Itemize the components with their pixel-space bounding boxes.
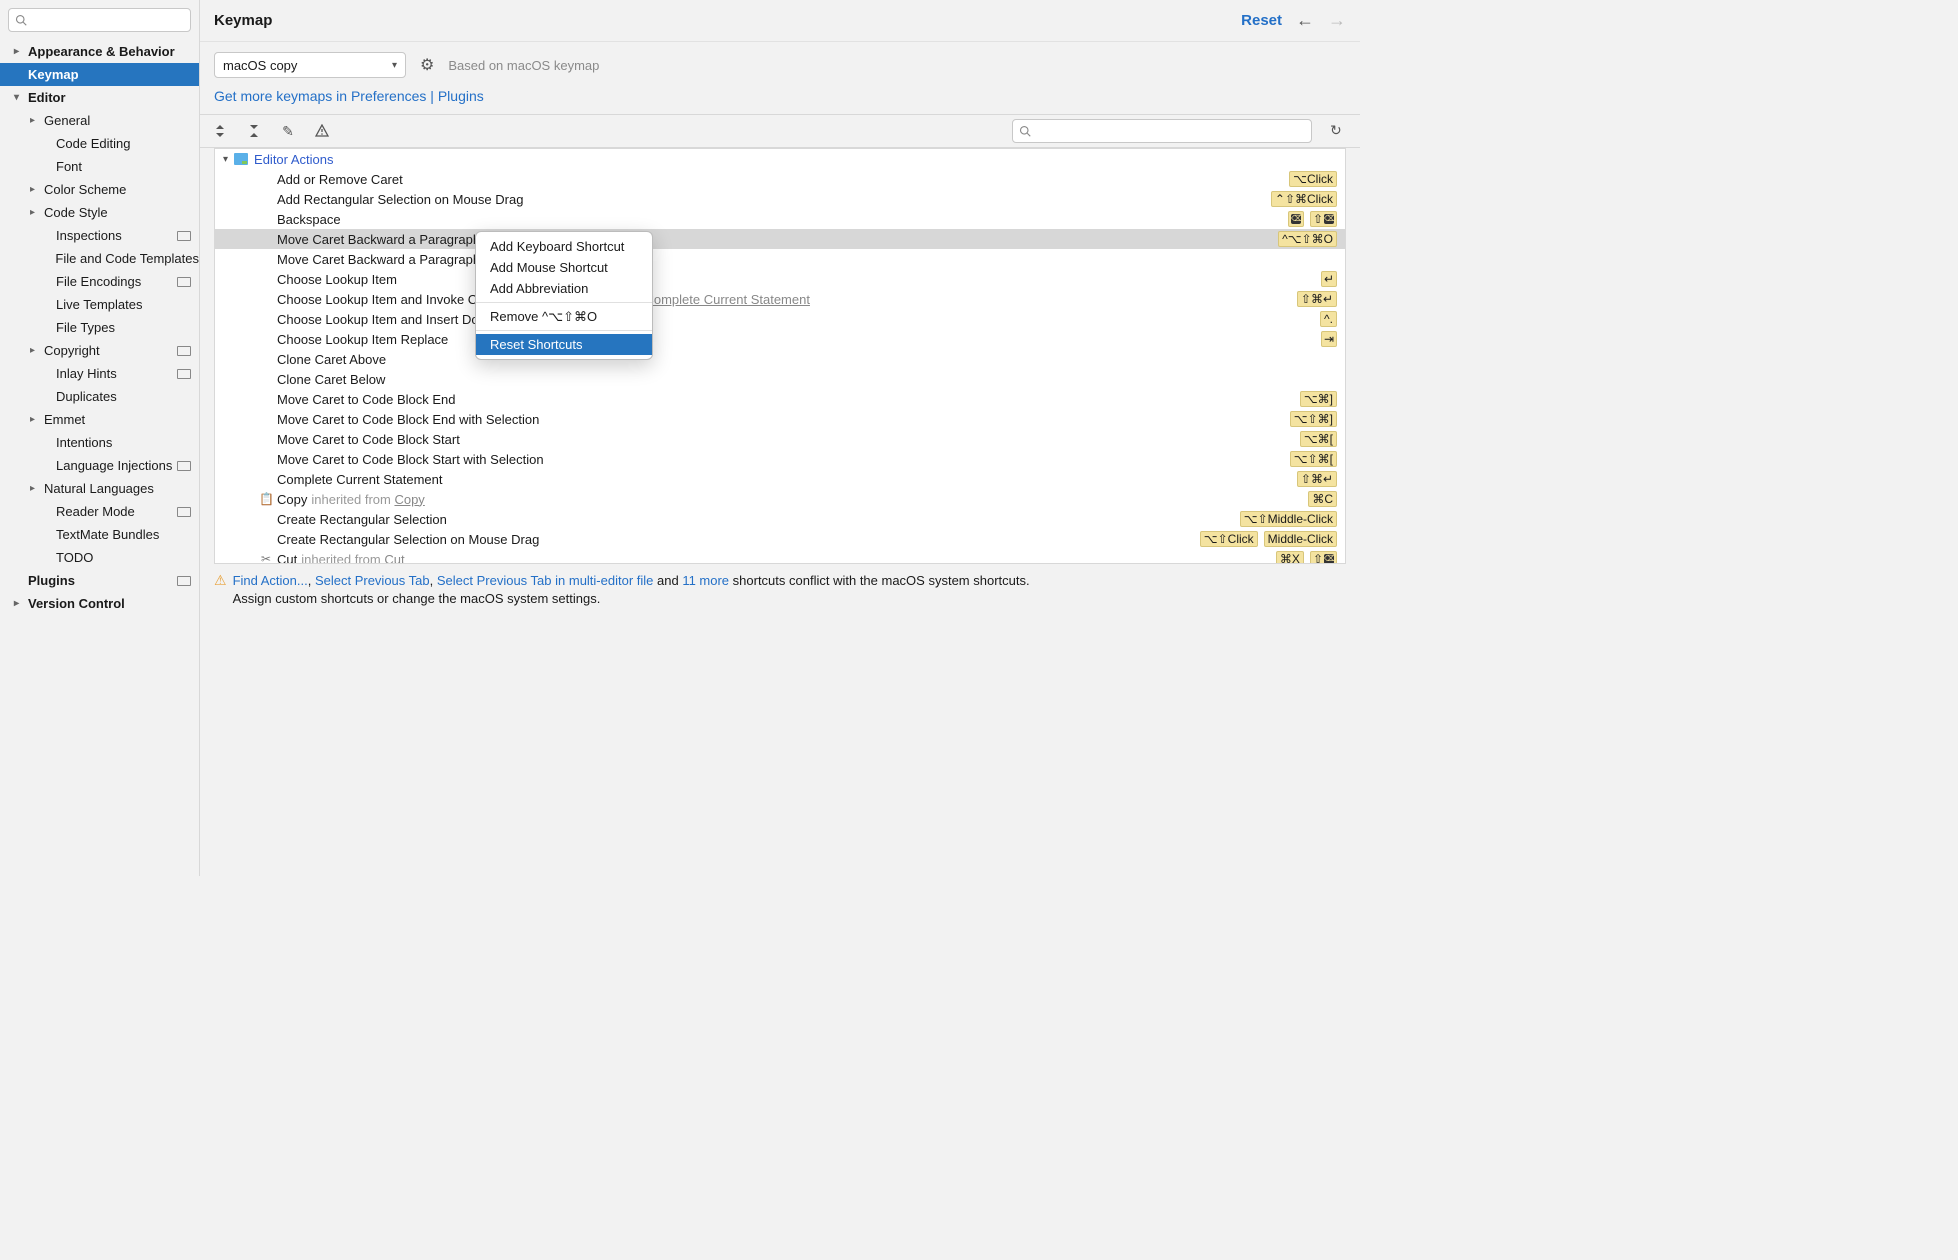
action-clone-caret-below[interactable]: Clone Caret Below [215, 369, 1345, 389]
settings-tree[interactable]: ▸Appearance & BehaviorKeymap▾Editor▸Gene… [0, 40, 199, 876]
sidebar-item-editor[interactable]: ▾Editor [0, 86, 199, 109]
ctx-add-keyboard-shortcut[interactable]: Add Keyboard Shortcut [476, 236, 652, 257]
action-copy[interactable]: 📋Copy inherited from Copy⌘C [215, 489, 1345, 509]
sidebar-item-intentions[interactable]: Intentions [0, 431, 199, 454]
get-keymaps-link[interactable]: Get more keymaps in Preferences | Plugin… [200, 84, 1360, 114]
action-add-rectangular-selection-on-mouse-drag[interactable]: Add Rectangular Selection on Mouse Drag⌃… [215, 189, 1345, 209]
sidebar-item-natural-languages[interactable]: ▸Natural Languages [0, 477, 199, 500]
sidebar-item-duplicates[interactable]: Duplicates [0, 385, 199, 408]
sidebar-item-file-encodings[interactable]: File Encodings [0, 270, 199, 293]
ctx-reset-shortcuts[interactable]: Reset Shortcuts [476, 334, 652, 355]
sidebar-item-textmate-bundles[interactable]: TextMate Bundles [0, 523, 199, 546]
sidebar-item-version-control[interactable]: ▸Version Control [0, 592, 199, 615]
action-choose-lookup-item-and-insert-dot[interactable]: Choose Lookup Item and Insert Dot^. [215, 309, 1345, 329]
context-menu[interactable]: Add Keyboard ShortcutAdd Mouse ShortcutA… [475, 231, 653, 360]
ctx-remove-o[interactable]: Remove ^⌥⇧⌘O [476, 306, 652, 327]
sidebar-item-plugins[interactable]: Plugins [0, 569, 199, 592]
action-choose-lookup-item[interactable]: Choose Lookup Item↵ [215, 269, 1345, 289]
action-cut[interactable]: ✂Cut inherited from Cut⌘X⇧⌫ [215, 549, 1345, 564]
sidebar-item-language-injections[interactable]: Language Injections [0, 454, 199, 477]
action-category-editor-actions[interactable]: ▾Editor Actions [215, 149, 1345, 169]
action-search-input[interactable] [1012, 119, 1312, 143]
based-on-label: Based on macOS keymap [448, 58, 599, 73]
ctx-add-mouse-shortcut[interactable]: Add Mouse Shortcut [476, 257, 652, 278]
settings-header: Keymap Reset ← → [200, 0, 1360, 42]
conflict-warning: ⚠ Find Action..., Select Previous Tab, S… [200, 564, 1360, 616]
warn-link[interactable]: Select Previous Tab [315, 573, 430, 588]
action-create-rectangular-selection-on-mouse-drag[interactable]: Create Rectangular Selection on Mouse Dr… [215, 529, 1345, 549]
action-complete-current-statement[interactable]: Complete Current Statement⇧⌘↵ [215, 469, 1345, 489]
sidebar-item-font[interactable]: Font [0, 155, 199, 178]
reset-button[interactable]: Reset [1241, 12, 1282, 29]
collapse-all-icon[interactable] [246, 123, 262, 139]
warn-link[interactable]: Find Action... [233, 573, 308, 588]
sidebar-search-input[interactable] [8, 8, 191, 32]
sidebar-item-file-types[interactable]: File Types [0, 316, 199, 339]
sidebar-item-appearance-behavior[interactable]: ▸Appearance & Behavior [0, 40, 199, 63]
action-backspace[interactable]: Backspace⌫⇧⌫ [215, 209, 1345, 229]
sidebar-item-code-editing[interactable]: Code Editing [0, 132, 199, 155]
sidebar-item-reader-mode[interactable]: Reader Mode [0, 500, 199, 523]
folder-icon [234, 153, 248, 165]
action-move-caret-to-code-block-start[interactable]: Move Caret to Code Block Start⌥⌘[ [215, 429, 1345, 449]
action-move-caret-backward-a-paragraph[interactable]: Move Caret Backward a Paragraph^⌥⇧⌘O [215, 229, 1345, 249]
sidebar-item-emmet[interactable]: ▸Emmet [0, 408, 199, 431]
alert-icon: ⚠ [214, 572, 227, 608]
nav-forward-icon: → [1328, 10, 1346, 31]
sidebar-item-keymap[interactable]: Keymap [0, 63, 199, 86]
warning-icon[interactable] [314, 123, 330, 139]
sidebar-item-copyright[interactable]: ▸Copyright [0, 339, 199, 362]
find-by-shortcut-icon[interactable]: ↻ [1330, 122, 1348, 140]
sidebar-item-inlay-hints[interactable]: Inlay Hints [0, 362, 199, 385]
page-title: Keymap [214, 12, 272, 29]
nav-back-icon[interactable]: ← [1296, 10, 1314, 31]
action-create-rectangular-selection[interactable]: Create Rectangular Selection⌥⇧Middle-Cli… [215, 509, 1345, 529]
gear-icon[interactable]: ⚙ [420, 55, 434, 75]
keymap-toolbar: ✎ ↻ [200, 114, 1360, 148]
sidebar-item-inspections[interactable]: Inspections [0, 224, 199, 247]
action-move-caret-backward-a-paragraph-with-selection[interactable]: Move Caret Backward a Paragraph with Sel… [215, 249, 1345, 269]
main-panel: Keymap Reset ← → macOS copy ▾ ⚙ Based on… [200, 0, 1360, 876]
action-move-caret-to-code-block-end[interactable]: Move Caret to Code Block End⌥⌘] [215, 389, 1345, 409]
sidebar-item-color-scheme[interactable]: ▸Color Scheme [0, 178, 199, 201]
warn-link[interactable]: Select Previous Tab in multi-editor file [437, 573, 654, 588]
action-choose-lookup-item-and-invoke-complete-statement[interactable]: Choose Lookup Item and Invoke Complete S… [215, 289, 1345, 309]
action-choose-lookup-item-replace[interactable]: Choose Lookup Item Replace⇥ [215, 329, 1345, 349]
ctx-add-abbreviation[interactable]: Add Abbreviation [476, 278, 652, 299]
keymap-select-value: macOS copy [223, 58, 297, 73]
action-move-caret-to-code-block-end-with-selection[interactable]: Move Caret to Code Block End with Select… [215, 409, 1345, 429]
sidebar-item-code-style[interactable]: ▸Code Style [0, 201, 199, 224]
expand-all-icon[interactable] [212, 123, 228, 139]
warn-more-link[interactable]: 11 more [682, 573, 729, 588]
action-move-caret-to-code-block-start-with-selection[interactable]: Move Caret to Code Block Start with Sele… [215, 449, 1345, 469]
action-clone-caret-above[interactable]: Clone Caret Above [215, 349, 1345, 369]
sidebar-item-file-and-code-templates[interactable]: File and Code Templates [0, 247, 199, 270]
edit-icon[interactable]: ✎ [280, 123, 296, 139]
sidebar-item-general[interactable]: ▸General [0, 109, 199, 132]
sidebar-item-live-templates[interactable]: Live Templates [0, 293, 199, 316]
settings-sidebar: ▸Appearance & BehaviorKeymap▾Editor▸Gene… [0, 0, 200, 876]
action-add-or-remove-caret[interactable]: Add or Remove Caret⌥Click [215, 169, 1345, 189]
keymap-select[interactable]: macOS copy ▾ [214, 52, 406, 78]
chevron-down-icon: ▾ [392, 60, 397, 71]
action-tree[interactable]: ▾Editor ActionsAdd or Remove Caret⌥Click… [214, 148, 1346, 564]
sidebar-item-todo[interactable]: TODO [0, 546, 199, 569]
